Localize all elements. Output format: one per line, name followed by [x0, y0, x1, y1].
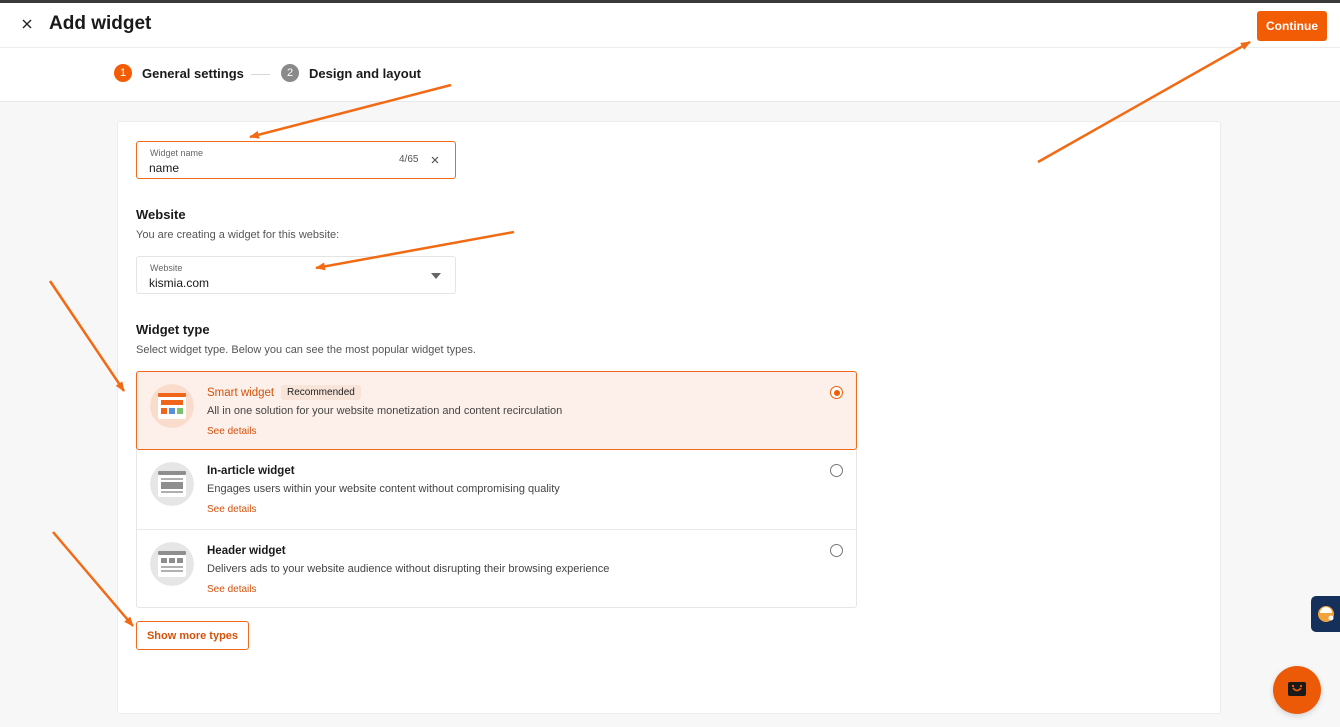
annotation-arrow: [48, 280, 126, 392]
clear-input-button[interactable]: [429, 154, 441, 166]
step-number: 2: [281, 64, 299, 82]
continue-button[interactable]: Continue: [1257, 11, 1327, 41]
website-section-title: Website: [136, 207, 186, 222]
see-details-link[interactable]: See details: [207, 584, 256, 595]
website-section-subtitle: You are creating a widget for this websi…: [136, 229, 340, 241]
caret-down-icon[interactable]: [431, 273, 441, 279]
in-article-widget-thumbnail-icon: [150, 462, 194, 506]
widget-type-radio[interactable]: [830, 464, 843, 477]
widget-type-section-subtitle: Select widget type. Below you can see th…: [136, 344, 476, 356]
widget-type-smart[interactable]: Smart widget Recommended All in one solu…: [136, 371, 857, 450]
header-widget-thumbnail-icon: [150, 542, 194, 586]
side-assistant-tab[interactable]: [1311, 596, 1340, 632]
see-details-link[interactable]: See details: [207, 426, 256, 437]
widget-type-description: All in one solution for your website mon…: [207, 405, 563, 417]
step-general-settings[interactable]: 1 General settings: [114, 64, 244, 82]
show-more-types-button[interactable]: Show more types: [136, 621, 249, 650]
close-icon: [431, 156, 439, 164]
stepper: 1 General settings 2 Design and layout: [0, 48, 1340, 102]
step-label: General settings: [142, 65, 244, 81]
step-design-layout[interactable]: 2 Design and layout: [281, 64, 421, 82]
website-selected-value: kismia.com: [149, 276, 210, 290]
page-title: Add widget: [49, 13, 152, 34]
widget-name-input[interactable]: [149, 161, 379, 175]
widget-name-field[interactable]: Widget name 4/65: [136, 141, 456, 179]
chat-button[interactable]: [1273, 666, 1321, 714]
step-label: Design and layout: [309, 65, 421, 81]
widget-type-radio[interactable]: [830, 386, 843, 399]
widget-name-label: Widget name: [150, 148, 204, 158]
widget-type-description: Engages users within your website conten…: [207, 483, 560, 495]
website-field-label: Website: [150, 263, 183, 273]
widget-type-in-article[interactable]: In-article widget Engages users within y…: [137, 450, 856, 529]
widget-type-name: In-article widget: [207, 465, 295, 477]
widget-type-name: Smart widget: [207, 387, 275, 399]
widget-type-description: Delivers ads to your website audience wi…: [207, 563, 610, 575]
step-connector: [251, 74, 270, 75]
see-details-link[interactable]: See details: [207, 504, 256, 515]
website-select[interactable]: Website kismia.com: [136, 256, 456, 294]
recommended-badge: Recommended: [281, 385, 361, 400]
close-button[interactable]: [16, 13, 38, 35]
widget-type-list: Smart widget Recommended All in one solu…: [136, 371, 857, 608]
close-icon: [22, 19, 32, 29]
char-counter: 4/65: [399, 154, 419, 165]
widget-type-radio[interactable]: [830, 544, 843, 557]
widget-type-section-title: Widget type: [136, 322, 210, 337]
widget-type-header[interactable]: Header widget Delivers ads to your websi…: [137, 529, 856, 608]
step-number: 1: [114, 64, 132, 82]
page-header: Add widget Continue: [0, 3, 1340, 48]
chat-icon: [1288, 682, 1306, 696]
smart-widget-thumbnail-icon: [150, 384, 194, 428]
widget-type-name: Header widget: [207, 545, 286, 557]
assistant-icon: [1318, 606, 1334, 622]
